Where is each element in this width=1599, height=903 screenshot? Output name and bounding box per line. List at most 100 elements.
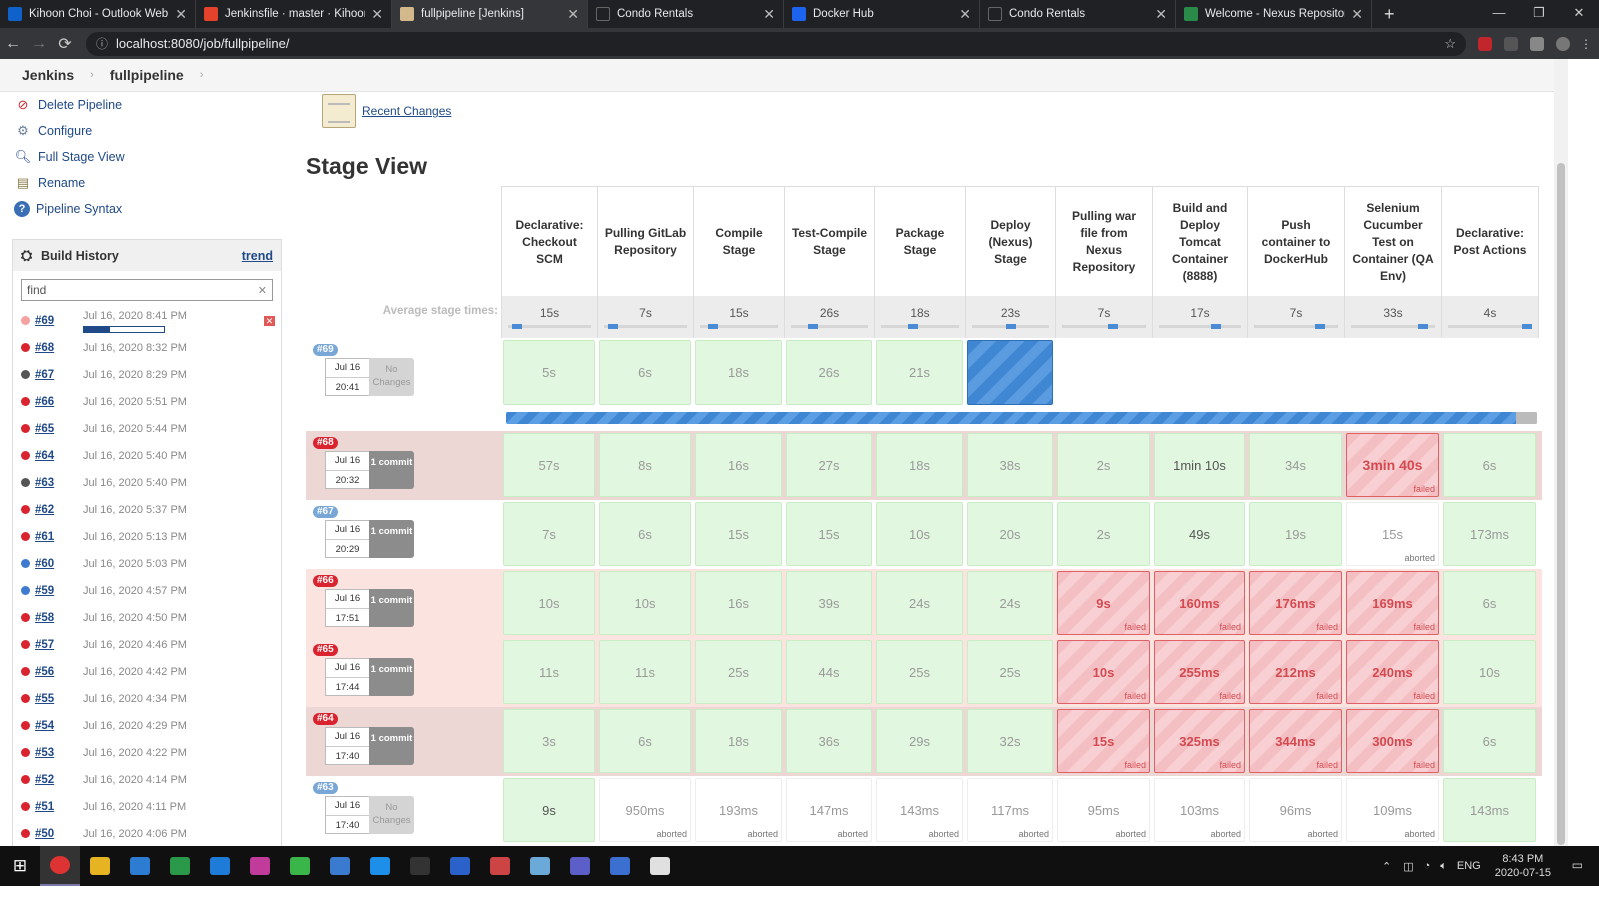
tray-chevron-icon[interactable]: ⌃ — [1382, 860, 1391, 873]
stage-cell[interactable]: 950ms aborted — [599, 778, 691, 842]
scrollbar-thumb[interactable] — [1557, 163, 1565, 845]
notepad-icon[interactable] — [520, 846, 560, 886]
stage-cell[interactable]: 25s — [967, 640, 1053, 704]
build-number-link[interactable]: #55 — [35, 693, 83, 705]
build-run-changes[interactable]: 1 commit — [369, 451, 414, 489]
browser-tab[interactable]: Docker Hub ✕ — [784, 0, 980, 28]
stage-cell[interactable]: 20s — [967, 502, 1053, 566]
stage-cell[interactable]: 147ms aborted — [786, 778, 872, 842]
windows-start-icon[interactable]: ⊞ — [0, 846, 40, 886]
stage-cell[interactable]: 34s — [1249, 433, 1342, 497]
site-info-icon[interactable]: ⓘ — [96, 35, 108, 52]
build-number-link[interactable]: #57 — [35, 639, 83, 651]
tab-close-icon[interactable]: ✕ — [763, 6, 775, 23]
stage-cell[interactable]: 3min 40s failed — [1346, 433, 1439, 497]
build-number-link[interactable]: #65 — [35, 423, 83, 435]
extensions-puzzle-icon[interactable] — [1530, 36, 1544, 51]
address-bar[interactable]: ⓘ localhost:8080/job/fullpipeline/ ☆ — [86, 31, 1466, 56]
clock[interactable]: 8:43 PM 2020-07-15 — [1495, 852, 1551, 880]
adblock-extension-icon[interactable] — [1478, 36, 1492, 51]
stage-cell[interactable]: 44s — [786, 640, 872, 704]
stage-cell[interactable]: 193ms aborted — [695, 778, 782, 842]
stage-cell[interactable]: 3s — [503, 709, 595, 773]
stage-cell[interactable]: 6s — [1443, 433, 1536, 497]
build-row[interactable]: #50 Jul 16, 2020 4:06 PM — [13, 820, 281, 846]
stage-cell[interactable]: 169ms failed — [1346, 571, 1439, 635]
stage-cell[interactable]: 9s — [503, 778, 595, 842]
stage-cell[interactable]: 18s — [695, 709, 782, 773]
stage-cell[interactable]: 39s — [786, 571, 872, 635]
stage-cell[interactable]: 16s — [695, 571, 782, 635]
intellij-icon[interactable] — [240, 846, 280, 886]
task-delete-pipeline[interactable]: ⊘ Delete Pipeline — [0, 92, 295, 118]
build-number-link[interactable]: #63 — [35, 477, 83, 489]
stage-cell[interactable]: 9s failed — [1057, 571, 1150, 635]
build-run-number[interactable]: #64 — [313, 713, 338, 725]
stage-cell[interactable]: 29s — [876, 709, 963, 773]
teams-icon[interactable] — [560, 846, 600, 886]
build-row[interactable]: #65 Jul 16, 2020 5:44 PM — [13, 415, 281, 442]
build-row[interactable]: #58 Jul 16, 2020 4:50 PM — [13, 604, 281, 631]
notification-icon[interactable]: ▭ — [1572, 858, 1583, 872]
browser-tab[interactable]: Kihoon Choi - Outlook Web App ✕ — [0, 0, 196, 28]
stage-cell[interactable]: 95ms aborted — [1057, 778, 1150, 842]
java-icon[interactable] — [640, 846, 680, 886]
build-row[interactable]: #55 Jul 16, 2020 4:34 PM — [13, 685, 281, 712]
stage-cell[interactable]: 8s — [599, 433, 691, 497]
task-rename[interactable]: ▤ Rename — [0, 170, 295, 196]
build-number-link[interactable]: #62 — [35, 504, 83, 516]
sourcetree-icon[interactable] — [160, 846, 200, 886]
page-scrollbar[interactable] — [1554, 59, 1568, 846]
tab-close-icon[interactable]: ✕ — [959, 6, 971, 23]
build-row[interactable]: #66 Jul 16, 2020 5:51 PM — [13, 388, 281, 415]
build-number-link[interactable]: #64 — [35, 450, 83, 462]
stage-cell[interactable] — [967, 340, 1053, 405]
stage-cell[interactable]: 10s — [876, 502, 963, 566]
build-run-changes[interactable]: 1 commit — [369, 658, 414, 696]
extension-icon[interactable] — [1504, 36, 1518, 51]
build-number-link[interactable]: #54 — [35, 720, 83, 732]
breadcrumb-job[interactable]: fullpipeline — [110, 67, 184, 83]
stage-cell[interactable]: 11s — [599, 640, 691, 704]
build-row[interactable]: #54 Jul 16, 2020 4:29 PM — [13, 712, 281, 739]
stage-cell[interactable]: 24s — [876, 571, 963, 635]
wifi-icon[interactable]: ◔ — [1424, 860, 1431, 872]
stage-cell[interactable]: 1min 10s — [1154, 433, 1245, 497]
pycharm-icon[interactable] — [280, 846, 320, 886]
browser-tab[interactable]: Condo Rentals ✕ — [588, 0, 784, 28]
task-configure[interactable]: ⚙ Configure — [0, 118, 295, 144]
stage-cell[interactable]: 117ms aborted — [967, 778, 1053, 842]
build-row[interactable]: #57 Jul 16, 2020 4:46 PM — [13, 631, 281, 658]
stop-build-icon[interactable]: ✕ — [264, 316, 275, 326]
stage-cell[interactable]: 10s — [599, 571, 691, 635]
stage-cell[interactable]: 300ms failed — [1346, 709, 1439, 773]
build-run-changes[interactable]: 1 commit — [369, 520, 414, 558]
task-full-stage-view[interactable]: 🔍︎ Full Stage View — [0, 144, 295, 170]
stage-cell[interactable]: 10s — [503, 571, 595, 635]
browser-tab[interactable]: Condo Rentals ✕ — [980, 0, 1176, 28]
stage-cell[interactable]: 176ms failed — [1249, 571, 1342, 635]
breadcrumb-jenkins[interactable]: Jenkins — [22, 67, 74, 83]
build-number-link[interactable]: #61 — [35, 531, 83, 543]
stage-cell[interactable]: 49s — [1154, 502, 1245, 566]
build-row[interactable]: #53 Jul 16, 2020 4:22 PM — [13, 739, 281, 766]
stage-cell[interactable]: 109ms aborted — [1346, 778, 1439, 842]
build-number-link[interactable]: #53 — [35, 747, 83, 759]
volume-icon[interactable]: 🔈︎ — [1440, 860, 1447, 873]
slack-icon[interactable] — [480, 846, 520, 886]
build-row[interactable]: #51 Jul 16, 2020 4:11 PM — [13, 793, 281, 820]
build-number-link[interactable]: #59 — [35, 585, 83, 597]
stage-cell[interactable]: 6s — [599, 340, 691, 405]
stage-cell[interactable]: 6s — [599, 502, 691, 566]
mail-icon[interactable] — [120, 846, 160, 886]
close-window-icon[interactable]: ✕ — [1559, 0, 1599, 26]
browser-tab[interactable]: fullpipeline [Jenkins] ✕ — [392, 0, 588, 28]
stage-cell[interactable]: 25s — [876, 640, 963, 704]
stage-cell[interactable]: 38s — [967, 433, 1053, 497]
build-row[interactable]: #59 Jul 16, 2020 4:57 PM — [13, 577, 281, 604]
build-row[interactable]: #62 Jul 16, 2020 5:37 PM — [13, 496, 281, 523]
stage-cell[interactable]: 240ms failed — [1346, 640, 1439, 704]
stage-cell[interactable]: 6s — [599, 709, 691, 773]
minimize-icon[interactable]: — — [1479, 0, 1519, 26]
stage-cell[interactable]: 16s — [695, 433, 782, 497]
